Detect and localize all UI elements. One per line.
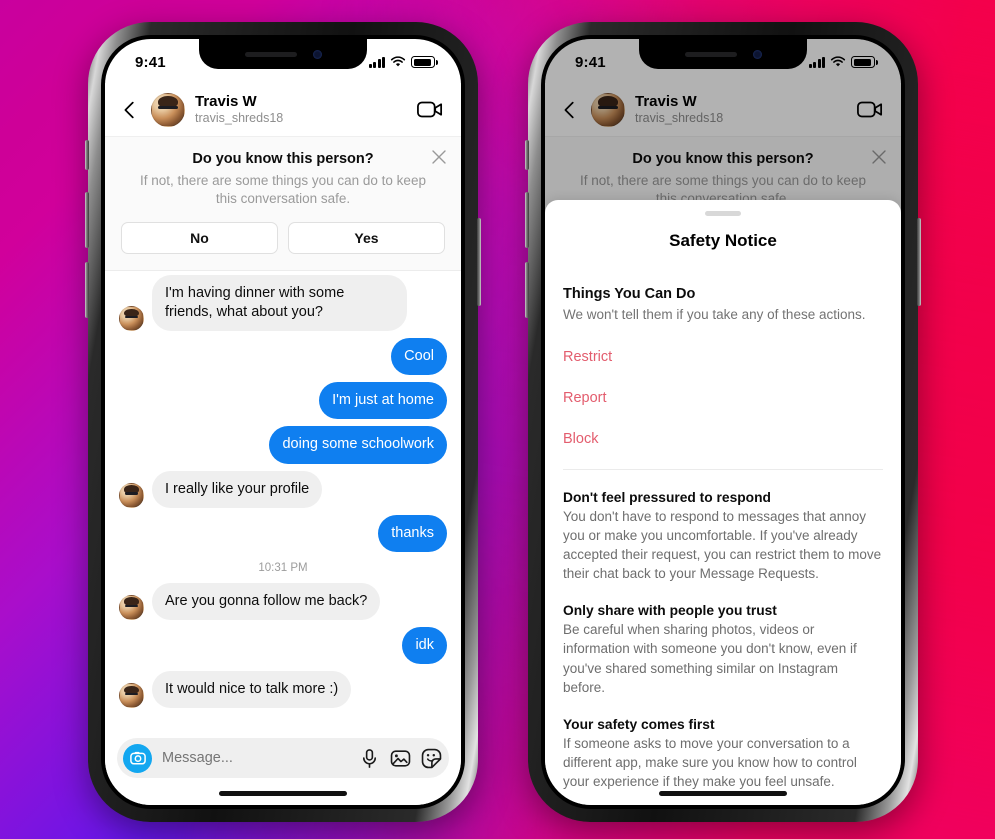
message-avatar[interactable] (119, 594, 144, 620)
message-row: thanks (119, 514, 447, 552)
safety-tip-heading: Only share with people you trust (563, 603, 777, 619)
earpiece-speaker-right (684, 51, 737, 57)
status-time: 9:41 (135, 53, 166, 71)
safety-tip: Your safety comes first If someone asks t… (563, 717, 883, 791)
notch-right (639, 39, 807, 69)
message-composer (105, 730, 461, 805)
photo-gallery-icon[interactable] (390, 748, 411, 769)
message-row: doing some schoolwork (119, 426, 447, 464)
home-indicator-right[interactable] (659, 791, 787, 796)
safety-tip-body: Be careful when sharing photos, videos o… (563, 622, 857, 695)
avatar[interactable] (151, 92, 185, 127)
power-button-right[interactable] (917, 218, 921, 306)
safety-tips-list: Don't feel pressured to respond You don't… (563, 490, 883, 792)
message-input[interactable] (162, 750, 349, 766)
safety-tip-heading: Don't feel pressured to respond (563, 489, 771, 505)
phone-left: 9:41 Travis W travis_shreds18 Do you kno… (85, 22, 481, 822)
banner-title: Do you know this person? (192, 151, 374, 167)
safety-tip-heading: Your safety comes first (563, 716, 715, 732)
status-time-right: 9:41 (575, 53, 606, 71)
sheet-title: Safety Notice (669, 230, 777, 250)
report-action[interactable]: Report (563, 390, 883, 406)
front-camera-icon (312, 49, 322, 59)
contact-handle: travis_shreds18 (195, 110, 284, 125)
message-row: I really like your profile (119, 470, 447, 508)
safety-tip-body: You don't have to respond to messages th… (563, 508, 882, 582)
signal-bars-icon (368, 56, 385, 68)
message-bubble[interactable]: I'm having dinner with some friends, wha… (152, 274, 407, 332)
message-row: Cool (119, 338, 447, 376)
camera-icon[interactable] (123, 743, 152, 773)
screen-left: 9:41 Travis W travis_shreds18 Do you kno… (105, 39, 461, 805)
no-button[interactable]: No (121, 221, 278, 254)
restrict-action[interactable]: Restrict (563, 349, 883, 365)
contact-name: Travis W (195, 93, 257, 111)
close-x-icon[interactable] (431, 149, 447, 165)
sticker-icon[interactable] (421, 748, 442, 769)
wifi-icon-right (830, 56, 846, 67)
message-bubble[interactable]: It would nice to talk more :) (152, 671, 352, 709)
safety-tip: Don't feel pressured to respond You don't… (563, 490, 883, 584)
message-bubble[interactable]: thanks (378, 514, 447, 552)
mute-switch-right[interactable] (525, 140, 529, 170)
front-camera-icon-right (752, 49, 762, 59)
banner-subtitle: If not, there are some things you can do… (140, 173, 426, 206)
message-avatar[interactable] (119, 683, 144, 709)
message-avatar[interactable] (119, 306, 144, 332)
message-bubble[interactable]: I really like your profile (152, 470, 323, 508)
back-chevron-icon[interactable] (119, 99, 141, 121)
section-subtext: We won't tell them if you take any of th… (563, 306, 866, 322)
sheet-divider (563, 468, 883, 470)
wifi-icon (390, 56, 406, 67)
message-row: idk (119, 626, 447, 665)
safety-notice-sheet: Safety Notice Things You Can Do We won't… (545, 200, 901, 805)
microphone-icon[interactable] (359, 748, 380, 769)
notch (199, 39, 367, 69)
battery-icon-right (851, 56, 878, 68)
home-indicator[interactable] (219, 791, 347, 796)
header-identity[interactable]: Travis W travis_shreds18 (195, 93, 407, 125)
earpiece-speaker (244, 51, 297, 57)
mute-switch[interactable] (85, 140, 89, 170)
message-bubble[interactable]: Cool (391, 338, 447, 376)
video-camera-icon[interactable] (417, 100, 443, 119)
volume-down-button[interactable] (85, 262, 89, 318)
screen-right: 9:41 Travis W travis_shreds18 Do you kno… (545, 39, 901, 805)
power-button[interactable] (477, 218, 481, 306)
drag-handle[interactable] (705, 211, 741, 216)
message-timestamp: 10:31 PM (258, 561, 308, 574)
message-bubble[interactable]: Are you gonna follow me back? (152, 582, 381, 620)
safety-tip: Only share with people you trust Be caref… (563, 603, 883, 697)
message-bubble[interactable]: doing some schoolwork (269, 426, 447, 464)
message-row: It would nice to talk more :) (119, 671, 447, 709)
signal-bars-icon-right (808, 56, 825, 68)
phone-right: 9:41 Travis W travis_shreds18 Do you kno… (525, 22, 921, 822)
message-row: I'm having dinner with some friends, wha… (119, 274, 447, 332)
message-bubble[interactable]: idk (402, 626, 447, 665)
yes-button[interactable]: Yes (288, 221, 445, 254)
block-action[interactable]: Block (563, 431, 883, 447)
message-list[interactable]: I'm having dinner with some friends, wha… (105, 270, 461, 709)
message-row: I'm just at home (119, 382, 447, 420)
volume-down-button-right[interactable] (525, 262, 529, 318)
message-avatar[interactable] (119, 482, 144, 508)
chat-header: Travis W travis_shreds18 (105, 83, 461, 137)
safety-tip-body: If someone asks to move your conversatio… (563, 735, 857, 790)
volume-up-button[interactable] (85, 192, 89, 248)
banner-buttons: No Yes (121, 221, 445, 254)
message-row: Are you gonna follow me back? (119, 582, 447, 620)
section-heading: Things You Can Do (563, 285, 696, 302)
volume-up-button-right[interactable] (525, 192, 529, 248)
message-bubble[interactable]: I'm just at home (319, 382, 447, 420)
battery-icon (411, 56, 438, 68)
know-person-banner: Do you know this person? If not, there a… (105, 137, 461, 271)
